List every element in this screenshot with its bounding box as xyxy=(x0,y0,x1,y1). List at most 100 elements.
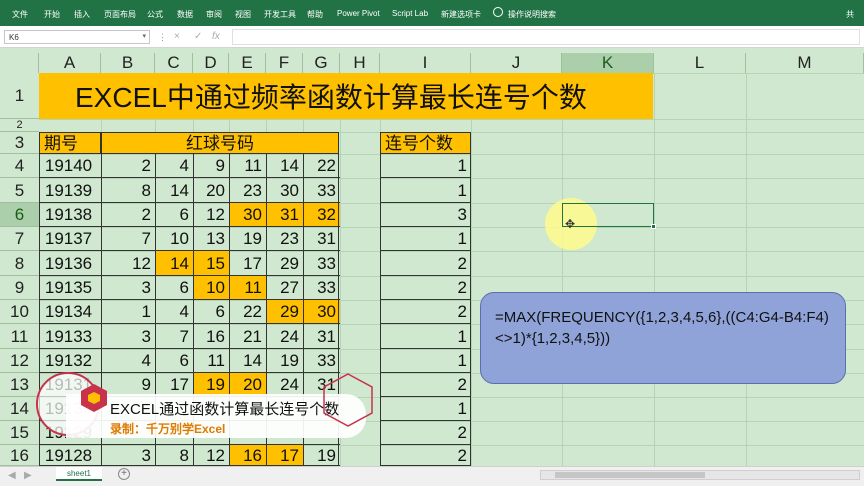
row-header-14[interactable]: 14 xyxy=(0,397,39,421)
period-cell[interactable]: 19133 xyxy=(39,324,101,349)
ball-cell[interactable]: 2 xyxy=(101,203,155,227)
ball-cell[interactable]: 4 xyxy=(155,154,193,178)
count-cell[interactable]: 1 xyxy=(380,324,471,349)
row-header-8[interactable]: 8 xyxy=(0,251,39,276)
tab-page-layout[interactable]: 页面布局 xyxy=(104,9,136,20)
selected-cell[interactable] xyxy=(562,203,656,229)
ball-cell[interactable]: 8 xyxy=(155,445,193,466)
ball-cell[interactable]: 11 xyxy=(229,276,266,300)
enter-icon[interactable]: ✓ xyxy=(194,31,202,42)
ball-cell[interactable]: 3 xyxy=(101,445,155,466)
ball-cell[interactable]: 31 xyxy=(303,324,340,349)
period-cell[interactable]: 19139 xyxy=(39,178,101,203)
ball-cell[interactable]: 14 xyxy=(229,349,266,373)
ball-cell[interactable]: 19 xyxy=(303,445,340,466)
ball-cell[interactable]: 12 xyxy=(101,251,155,276)
count-cell[interactable]: 2 xyxy=(380,276,471,300)
count-cell[interactable]: 2 xyxy=(380,445,471,466)
ball-cell[interactable]: 8 xyxy=(101,178,155,203)
ball-cell[interactable]: 10 xyxy=(155,227,193,251)
tab-home[interactable]: 开始 xyxy=(44,9,60,20)
ball-cell[interactable]: 17 xyxy=(229,251,266,276)
tab-developer[interactable]: 开发工具 xyxy=(264,9,296,20)
ball-cell[interactable]: 12 xyxy=(193,445,229,466)
next-sheet-icon[interactable]: ▶ xyxy=(24,470,32,481)
tab-review[interactable]: 审阅 xyxy=(206,9,222,20)
column-header-l[interactable]: L xyxy=(654,53,746,73)
ball-cell[interactable]: 3 xyxy=(101,324,155,349)
row-header-15[interactable]: 15 xyxy=(0,421,39,445)
ball-cell[interactable]: 3 xyxy=(101,276,155,300)
column-header-g[interactable]: G xyxy=(303,53,340,73)
ball-cell[interactable]: 23 xyxy=(266,227,303,251)
ball-cell[interactable]: 32 xyxy=(303,203,340,227)
scroll-thumb[interactable] xyxy=(555,472,705,478)
ball-cell[interactable]: 7 xyxy=(155,324,193,349)
fx-icon[interactable]: fx xyxy=(212,31,220,42)
ball-cell[interactable]: 11 xyxy=(193,349,229,373)
column-header-a[interactable]: A xyxy=(39,53,101,73)
column-header-m[interactable]: M xyxy=(746,53,864,73)
ball-cell[interactable]: 21 xyxy=(229,324,266,349)
ball-cell[interactable]: 31 xyxy=(266,203,303,227)
tab-new-tab[interactable]: 新建选项卡 xyxy=(441,9,481,20)
tab-insert[interactable]: 插入 xyxy=(74,9,90,20)
ball-cell[interactable]: 4 xyxy=(101,349,155,373)
row-header-10[interactable]: 10 xyxy=(0,300,39,324)
column-header-b[interactable]: B xyxy=(101,53,155,73)
row-header-4[interactable]: 4 xyxy=(0,154,39,178)
tab-help[interactable]: 帮助 xyxy=(307,9,323,20)
ball-cell[interactable]: 30 xyxy=(266,178,303,203)
ball-cell[interactable]: 24 xyxy=(266,324,303,349)
formula-input[interactable] xyxy=(232,29,860,45)
count-cell[interactable]: 2 xyxy=(380,300,471,324)
ball-cell[interactable]: 33 xyxy=(303,251,340,276)
tab-formulas[interactable]: 公式 xyxy=(147,9,163,20)
row-header-11[interactable]: 11 xyxy=(0,324,39,349)
ball-cell[interactable]: 23 xyxy=(229,178,266,203)
row-header-13[interactable]: 13 xyxy=(0,373,39,397)
ball-cell[interactable]: 6 xyxy=(155,349,193,373)
ball-cell[interactable]: 20 xyxy=(193,178,229,203)
tell-me-search[interactable]: 操作说明搜索 xyxy=(508,9,556,20)
period-cell[interactable]: 19138 xyxy=(39,203,101,227)
ball-cell[interactable]: 33 xyxy=(303,178,340,203)
row-header-5[interactable]: 5 xyxy=(0,178,39,203)
ball-cell[interactable]: 16 xyxy=(229,445,266,466)
ball-cell[interactable]: 1 xyxy=(101,300,155,324)
column-header-c[interactable]: C xyxy=(155,53,193,73)
row-header-6[interactable]: 6 xyxy=(0,203,39,227)
row-header-12[interactable]: 12 xyxy=(0,349,39,373)
column-header-h[interactable]: H xyxy=(340,53,380,73)
ball-cell[interactable]: 14 xyxy=(155,251,193,276)
ball-cell[interactable]: 12 xyxy=(193,203,229,227)
column-header-d[interactable]: D xyxy=(193,53,229,73)
chevron-down-icon[interactable]: ▾ xyxy=(142,32,146,40)
count-cell[interactable]: 2 xyxy=(380,421,471,445)
tab-data[interactable]: 数据 xyxy=(177,9,193,20)
ball-cell[interactable]: 15 xyxy=(193,251,229,276)
ball-cell[interactable]: 33 xyxy=(303,276,340,300)
row-header-3[interactable]: 3 xyxy=(0,132,39,154)
ball-cell[interactable]: 6 xyxy=(155,276,193,300)
period-cell[interactable]: 19137 xyxy=(39,227,101,251)
tab-view[interactable]: 视图 xyxy=(235,9,251,20)
ball-cell[interactable]: 22 xyxy=(303,154,340,178)
period-cell[interactable]: 19135 xyxy=(39,276,101,300)
row-header-7[interactable]: 7 xyxy=(0,227,39,251)
count-cell[interactable]: 1 xyxy=(380,349,471,373)
ball-cell[interactable]: 9 xyxy=(193,154,229,178)
ball-cell[interactable]: 4 xyxy=(155,300,193,324)
ball-cell[interactable]: 27 xyxy=(266,276,303,300)
tab-power-pivot[interactable]: Power Pivot xyxy=(337,9,380,18)
sheet-tab[interactable]: sheet1 xyxy=(56,467,102,481)
count-cell[interactable]: 2 xyxy=(380,251,471,276)
add-sheet-button[interactable]: + xyxy=(118,468,130,480)
ball-cell[interactable]: 22 xyxy=(229,300,266,324)
column-header-j[interactable]: J xyxy=(471,53,562,73)
ball-cell[interactable]: 13 xyxy=(193,227,229,251)
tab-script-lab[interactable]: Script Lab xyxy=(392,9,428,18)
count-cell[interactable]: 2 xyxy=(380,373,471,397)
ball-cell[interactable]: 10 xyxy=(193,276,229,300)
ball-cell[interactable]: 30 xyxy=(303,300,340,324)
